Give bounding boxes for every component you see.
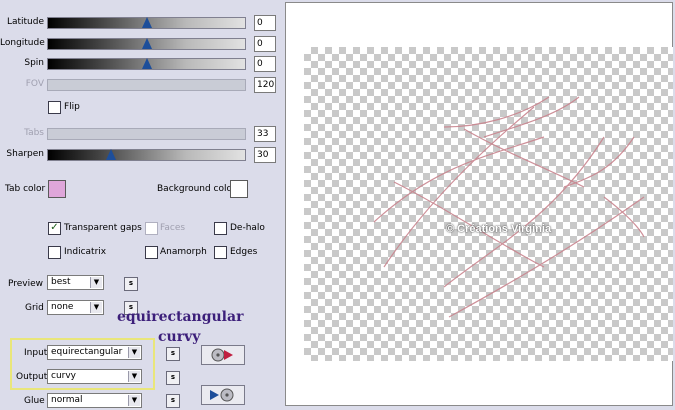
- longitude-value[interactable]: 0: [254, 36, 276, 52]
- chevron-down-icon: ▼: [90, 302, 102, 313]
- fov-label: FOV: [25, 79, 44, 89]
- annotation-line2: curvy: [158, 329, 201, 345]
- tab-color-swatch[interactable]: [48, 180, 66, 198]
- indicatrix-checkbox[interactable]: [48, 246, 61, 259]
- preview-label: Preview: [8, 279, 44, 289]
- watermark-text: © Créations Virginia: [446, 223, 552, 235]
- preview-canvas: © Créations Virginia: [304, 47, 673, 361]
- input-s-button[interactable]: s: [166, 347, 180, 361]
- indicatrix-label: Indicatrix: [64, 247, 107, 257]
- preview-pane: © Créations Virginia: [285, 2, 673, 406]
- chevron-down-icon: ▼: [128, 347, 140, 358]
- sharpen-slider[interactable]: [47, 149, 246, 161]
- glue-s-button[interactable]: s: [166, 394, 180, 408]
- transparent-gaps-label: Transparent gaps: [64, 223, 142, 233]
- glue-select-value: normal: [51, 395, 83, 405]
- annotation-line1: equirectangular: [117, 309, 244, 325]
- chevron-down-icon: ▼: [128, 371, 140, 382]
- background-color-label: Background color: [157, 184, 236, 194]
- play-button[interactable]: [201, 385, 245, 405]
- sharpen-label: Sharpen: [6, 149, 44, 159]
- longitude-label: Longitude: [0, 38, 45, 48]
- preview-select[interactable]: best ▼: [47, 275, 104, 290]
- glue-label: Glue: [24, 396, 45, 406]
- transparent-gaps-checkbox[interactable]: ✓: [48, 222, 61, 235]
- de-halo-label: De-halo: [230, 223, 265, 233]
- glue-select[interactable]: normal ▼: [47, 393, 142, 408]
- background-color-swatch[interactable]: [230, 180, 248, 198]
- disc-play-icon: [211, 348, 233, 362]
- edges-checkbox[interactable]: [214, 246, 227, 259]
- sharpen-value[interactable]: 30: [254, 147, 276, 163]
- anamorph-checkbox[interactable]: [145, 246, 158, 259]
- input-label: Input: [24, 348, 48, 358]
- input-select[interactable]: equirectangular ▼: [47, 345, 142, 360]
- latitude-slider-thumb[interactable]: [141, 17, 152, 28]
- tabs-value[interactable]: 33: [254, 126, 276, 142]
- output-select[interactable]: curvy ▼: [47, 369, 142, 384]
- de-halo-checkbox[interactable]: [214, 222, 227, 235]
- longitude-slider[interactable]: [47, 38, 246, 50]
- spin-label: Spin: [24, 58, 44, 68]
- play-disc-icon: [210, 388, 234, 402]
- output-s-button[interactable]: s: [166, 371, 180, 385]
- curvy-lines: [373, 96, 645, 318]
- flip-label: Flip: [64, 102, 80, 112]
- grid-select-value: none: [51, 302, 74, 312]
- tabs-slider: [47, 128, 246, 140]
- tab-color-label: Tab color: [5, 184, 46, 194]
- anamorph-label: Anamorph: [160, 247, 207, 257]
- spin-slider-thumb[interactable]: [141, 58, 152, 69]
- grid-select[interactable]: none ▼: [47, 300, 104, 315]
- output-select-value: curvy: [51, 371, 77, 381]
- chevron-down-icon: ▼: [90, 277, 102, 288]
- latitude-slider[interactable]: [47, 17, 246, 29]
- flip-checkbox[interactable]: [48, 101, 61, 114]
- chevron-down-icon: ▼: [128, 395, 140, 406]
- spin-value[interactable]: 0: [254, 56, 276, 72]
- latitude-label: Latitude: [6, 17, 44, 27]
- process-button[interactable]: [201, 345, 245, 365]
- spin-slider[interactable]: [47, 58, 246, 70]
- faces-checkbox: [145, 222, 158, 235]
- tabs-label: Tabs: [24, 128, 44, 138]
- input-select-value: equirectangular: [51, 347, 123, 357]
- faces-label: Faces: [160, 223, 186, 233]
- latitude-value[interactable]: 0: [254, 15, 276, 31]
- fov-value: 120: [254, 77, 276, 93]
- edges-label: Edges: [230, 247, 258, 257]
- preview-select-value: best: [51, 277, 71, 287]
- longitude-slider-thumb[interactable]: [141, 38, 152, 49]
- output-label: Output: [16, 372, 48, 382]
- preview-s-button[interactable]: s: [124, 277, 138, 291]
- grid-label: Grid: [25, 303, 44, 313]
- sharpen-slider-thumb[interactable]: [106, 149, 117, 160]
- fov-slider: [47, 79, 246, 91]
